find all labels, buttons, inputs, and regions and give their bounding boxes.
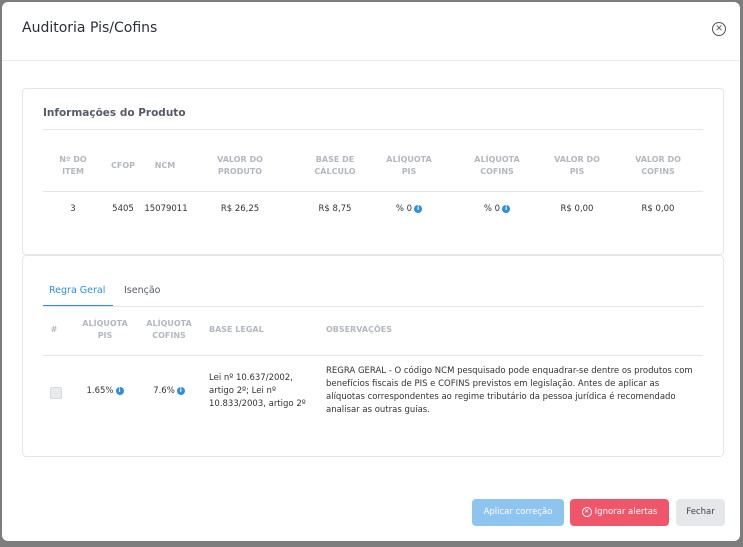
header-base-calculo: BASE DE CÁLCULO <box>314 155 356 176</box>
header-valor-produto: VALOR DO PRODUTO <box>217 155 263 176</box>
info-icon[interactable]: i <box>502 204 511 213</box>
rules-card: Regra Geral Isenção # ALÍQUOTA PIS ALÍQUO… <box>22 255 724 457</box>
divider <box>43 129 703 130</box>
header-aliquota-pis: ALÍQUOTA PIS <box>82 319 128 340</box>
apply-correction-button[interactable]: Aplicar correção <box>472 499 564 526</box>
cell-base-calculo: R$ 8,75 <box>318 204 352 214</box>
cell-valor-cofins: R$ 0,00 <box>641 204 675 214</box>
info-icon[interactable]: i <box>115 386 124 395</box>
header-valor-cofins: VALOR DO COFINS <box>635 155 681 176</box>
audit-modal: Auditoria Pis/Cofins ✕ Informações do Pr… <box>2 2 740 541</box>
modal-header: Auditoria Pis/Cofins ✕ <box>2 2 740 61</box>
header-ncm: NCM <box>154 161 176 170</box>
divider <box>43 191 703 192</box>
product-info-card: Informações do Produto Nº DO ITEM CFOP NC… <box>22 88 724 255</box>
header-num: # <box>50 325 58 334</box>
cell-valor-pis: R$ 0,00 <box>560 204 594 214</box>
cell-base-legal: Lei nº 10.637/2002, artigo 2º; Lei nº 10… <box>209 373 306 409</box>
cell-aliquota-pis: 1.65% i <box>75 386 135 396</box>
tab-regra-geral[interactable]: Regra Geral <box>49 285 105 296</box>
cell-valor-produto: R$ 26,25 <box>220 204 260 214</box>
header-observacoes: OBSERVAÇÕES <box>326 325 393 334</box>
divider <box>43 306 703 307</box>
header-valor-pis: VALOR DO PIS <box>554 155 600 176</box>
cell-aliquota-pis: % 0i <box>377 204 441 214</box>
info-icon[interactable]: i <box>414 204 423 213</box>
cell-cfop: 5405 <box>112 204 134 214</box>
cell-observacoes: REGRA GERAL - O código NCM pesquisado po… <box>326 366 693 415</box>
tab-isencao[interactable]: Isenção <box>124 285 160 296</box>
modal-title: Auditoria Pis/Cofins <box>22 20 158 36</box>
cell-aliquota-cofins: % 0i <box>465 204 529 214</box>
info-icon[interactable]: i <box>176 386 185 395</box>
cell-ncm: 15079011 <box>144 204 188 214</box>
cell-aliquota-cofins: 7.6% i <box>139 386 199 396</box>
close-button[interactable]: Fechar <box>676 499 725 526</box>
cell-item: 3 <box>70 204 76 214</box>
header-aliquota-cofins: ALÍQUOTA COFINS <box>146 319 192 340</box>
close-icon[interactable]: ✕ <box>712 22 726 36</box>
header-aliquota-pis: ALÍQUOTA PIS <box>386 155 432 176</box>
ignore-alerts-button[interactable]: ✕ Ignorar alertas <box>570 499 669 526</box>
header-cfop: CFOP <box>111 161 135 170</box>
rule-checkbox[interactable] <box>50 387 62 399</box>
header-aliquota-cofins: ALÍQUOTA COFINS <box>474 155 520 176</box>
header-item: Nº DO ITEM <box>59 155 87 176</box>
divider <box>43 355 703 356</box>
header-base-legal: BASE LEGAL <box>209 325 264 334</box>
x-circle-icon: ✕ <box>581 506 592 517</box>
card-title: Informações do Produto <box>43 107 186 119</box>
